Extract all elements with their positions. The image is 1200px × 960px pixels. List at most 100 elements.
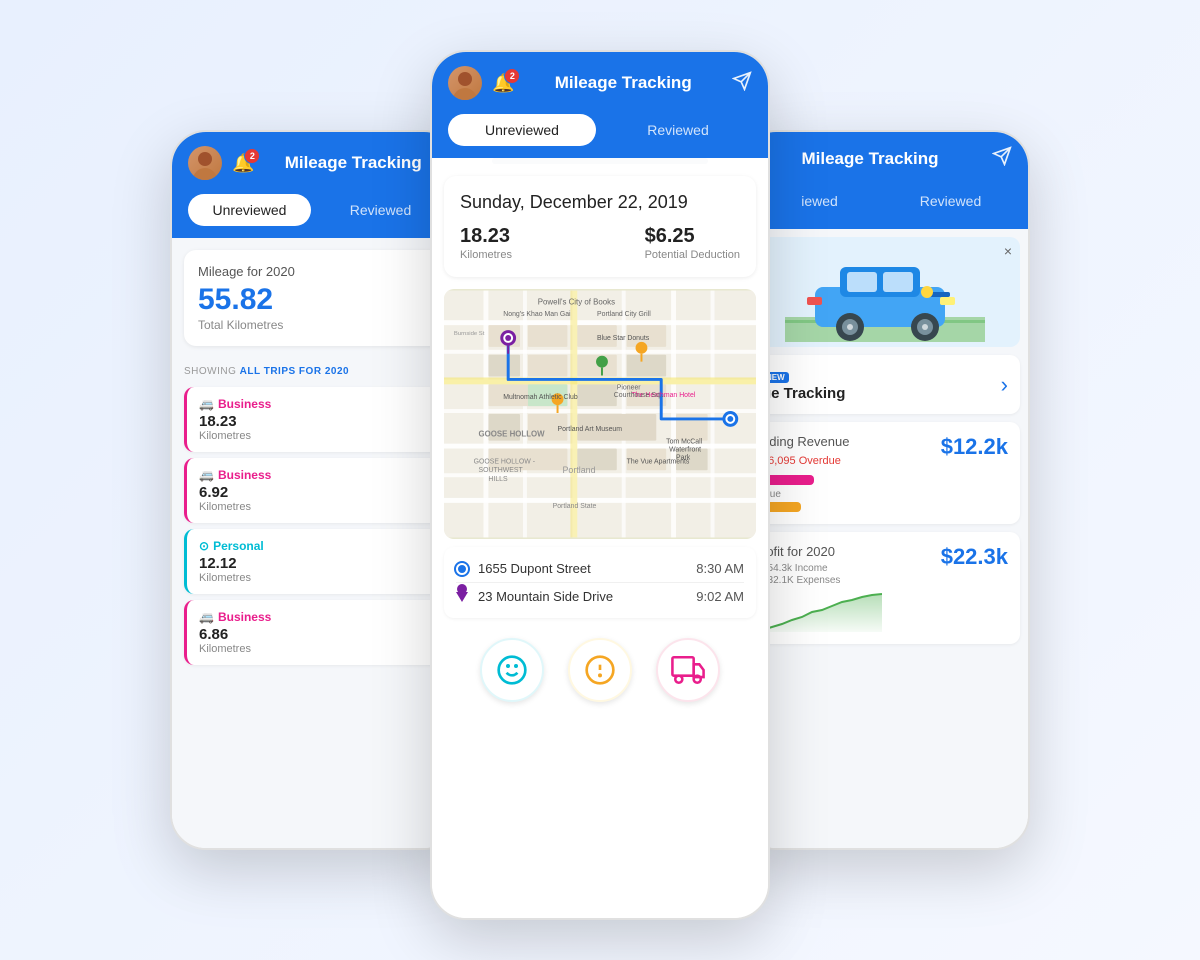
right-header: Mileage Tracking (742, 132, 1028, 185)
trip-item-1[interactable]: 🚐 Business 18.23 Kilometres (184, 387, 446, 452)
revenue-title: nding Revenue (762, 434, 849, 449)
svg-text:Portland: Portland (562, 465, 595, 475)
svg-text:Multnomah Athletic Club: Multnomah Athletic Club (503, 394, 578, 401)
date-card: Sunday, December 22, 2019 18.23 Kilometr… (444, 176, 756, 277)
loc-name-2: 23 Mountain Side Drive (478, 589, 686, 604)
location-item-2: 23 Mountain Side Drive 9:02 AM (456, 582, 744, 610)
trip-type-2: 🚐 Business (199, 468, 434, 482)
phone-left: 🔔 2 Mileage Tracking Unreviewed Reviewed… (170, 130, 460, 850)
loc-dot-start (456, 563, 468, 575)
profit-income: $54.3k Income (762, 563, 882, 574)
center-tab-reviewed[interactable]: Reviewed (604, 114, 752, 146)
svg-text:Powell's City of Books: Powell's City of Books (538, 297, 615, 306)
trip-type-3: ⊙ Personal (199, 539, 434, 553)
svg-text:SOUTHWEST: SOUTHWEST (479, 467, 524, 474)
trip-item-2[interactable]: 🚐 Business 6.92 Kilometres (184, 458, 446, 523)
mileage-card-value: 55.82 (198, 283, 432, 316)
revenue-bars: ldue (762, 475, 849, 512)
left-content: Mileage for 2020 55.82 Total Kilometres … (172, 238, 458, 850)
profit-card: rofit for 2020 $54.3k Income $32.1K Expe… (750, 532, 1020, 644)
svg-text:Tom McCall: Tom McCall (666, 439, 703, 446)
send-icon[interactable] (732, 71, 752, 96)
right-header-title: Mileage Tracking (758, 149, 982, 169)
center-tab-unreviewed[interactable]: Unreviewed (448, 114, 596, 146)
center-notif-badge: 2 (504, 68, 520, 84)
right-tab-reviewed[interactable]: Reviewed (889, 185, 1012, 217)
mileage-card: Mileage for 2020 55.82 Total Kilometres (184, 250, 446, 346)
revenue-card: nding Revenue $6,095 Overdue ldue $12.2k (750, 422, 1020, 524)
tracking-card-title: ge Tracking (762, 385, 1001, 402)
action-btn-truck[interactable] (656, 638, 720, 702)
mileage-card-sub: Total Kilometres (198, 318, 432, 332)
avatar (188, 146, 222, 180)
tab-unreviewed[interactable]: Unreviewed (188, 194, 311, 226)
trip-item-4[interactable]: 🚐 Business 6.86 Kilometres (184, 600, 446, 665)
mileage-card-label: Mileage for 2020 (198, 264, 432, 279)
notif-badge: 2 (244, 148, 260, 164)
profit-title: rofit for 2020 (762, 544, 882, 559)
tracking-arrow: › (1001, 372, 1008, 398)
svg-text:Waterfront: Waterfront (669, 447, 701, 454)
svg-text:Nong's Khao Man Gai: Nong's Khao Man Gai (503, 311, 571, 318)
left-header-title: Mileage Tracking (264, 153, 442, 173)
trip-km-label-3: Kilometres (199, 572, 434, 584)
date-label: Sunday, December 22, 2019 (460, 192, 740, 213)
revenue-due-label: ldue (762, 489, 849, 500)
center-notification-bell[interactable]: 🔔 2 (492, 73, 514, 94)
center-header-title: Mileage Tracking (524, 73, 722, 93)
locations-list: 1655 Dupont Street 8:30 AM 23 Mountain S… (444, 547, 756, 618)
stats-row: 18.23 Kilometres $6.25 Potential Deducti… (460, 225, 740, 261)
svg-text:GOOSE HOLLOW: GOOSE HOLLOW (479, 430, 546, 439)
profit-chart (762, 592, 882, 632)
left-header: 🔔 2 Mileage Tracking (172, 132, 458, 194)
tab-reviewed[interactable]: Reviewed (319, 194, 442, 226)
stat-km: 18.23 Kilometres (460, 225, 512, 261)
svg-text:Pioneer: Pioneer (617, 384, 642, 391)
svg-text:Park: Park (676, 454, 691, 461)
trip-km-label-2: Kilometres (199, 501, 434, 513)
trip-km-label-1: Kilometres (199, 430, 434, 442)
location-item-1: 1655 Dupont Street 8:30 AM (456, 555, 744, 582)
svg-text:Portland Art Museum: Portland Art Museum (558, 426, 623, 433)
right-tab-viewed[interactable]: iewed (758, 185, 881, 217)
stat-km-value: 18.23 (460, 225, 512, 248)
new-tracking-card[interactable]: NEW ge Tracking › (750, 355, 1020, 414)
car-close-button[interactable]: × (1004, 243, 1012, 259)
stat-deduction-value: $6.25 (645, 225, 740, 248)
svg-text:Courthouse Sq...: Courthouse Sq... (614, 392, 666, 399)
notification-bell[interactable]: 🔔 2 (232, 153, 254, 174)
center-avatar (448, 66, 482, 100)
trip-km-1: 18.23 (199, 413, 434, 430)
showing-prefix: SHOWING (184, 366, 236, 377)
svg-text:HILLS: HILLS (488, 476, 508, 483)
trip-km-label-4: Kilometres (199, 643, 434, 655)
svg-text:Portland State: Portland State (553, 503, 597, 510)
trip-type-4: 🚐 Business (199, 610, 434, 624)
trip-type-1: 🚐 Business (199, 397, 434, 411)
profit-expenses: $32.1K Expenses (762, 575, 882, 586)
showing-highlight: ALL TRIPS FOR 2020 (240, 366, 349, 377)
right-tabs: iewed Reviewed (742, 185, 1028, 229)
actions-row (432, 626, 768, 714)
loc-time-1: 8:30 AM (696, 561, 744, 576)
svg-text:GOOSE HOLLOW -: GOOSE HOLLOW - (474, 458, 535, 465)
loc-time-2: 9:02 AM (696, 589, 744, 604)
loc-dot-end (456, 592, 468, 602)
action-btn-smiley[interactable] (480, 638, 544, 702)
stat-deduction: $6.25 Potential Deduction (645, 225, 740, 261)
action-btn-warning[interactable] (568, 638, 632, 702)
map-container: Powell's City of Books Portland City Gri… (444, 289, 756, 539)
trip-item-3[interactable]: ⊙ Personal 12.12 Kilometres (184, 529, 446, 594)
stat-deduction-label: Potential Deduction (645, 249, 740, 261)
profit-value: $22.3k (941, 544, 1008, 570)
phone-center: 🔔 2 Mileage Tracking Unreviewed Reviewed… (430, 50, 770, 920)
trip-km-4: 6.86 (199, 626, 434, 643)
right-send-icon[interactable] (992, 146, 1012, 171)
center-tabs: Unreviewed Reviewed (432, 114, 768, 158)
showing-label: SHOWING ALL TRIPS FOR 2020 (172, 358, 458, 381)
svg-text:Blue Star Donuts: Blue Star Donuts (597, 335, 650, 342)
trip-km-2: 6.92 (199, 484, 434, 501)
revenue-overdue: $6,095 Overdue (762, 455, 849, 467)
revenue-value: $12.2k (941, 434, 1008, 460)
stat-km-label: Kilometres (460, 249, 512, 261)
